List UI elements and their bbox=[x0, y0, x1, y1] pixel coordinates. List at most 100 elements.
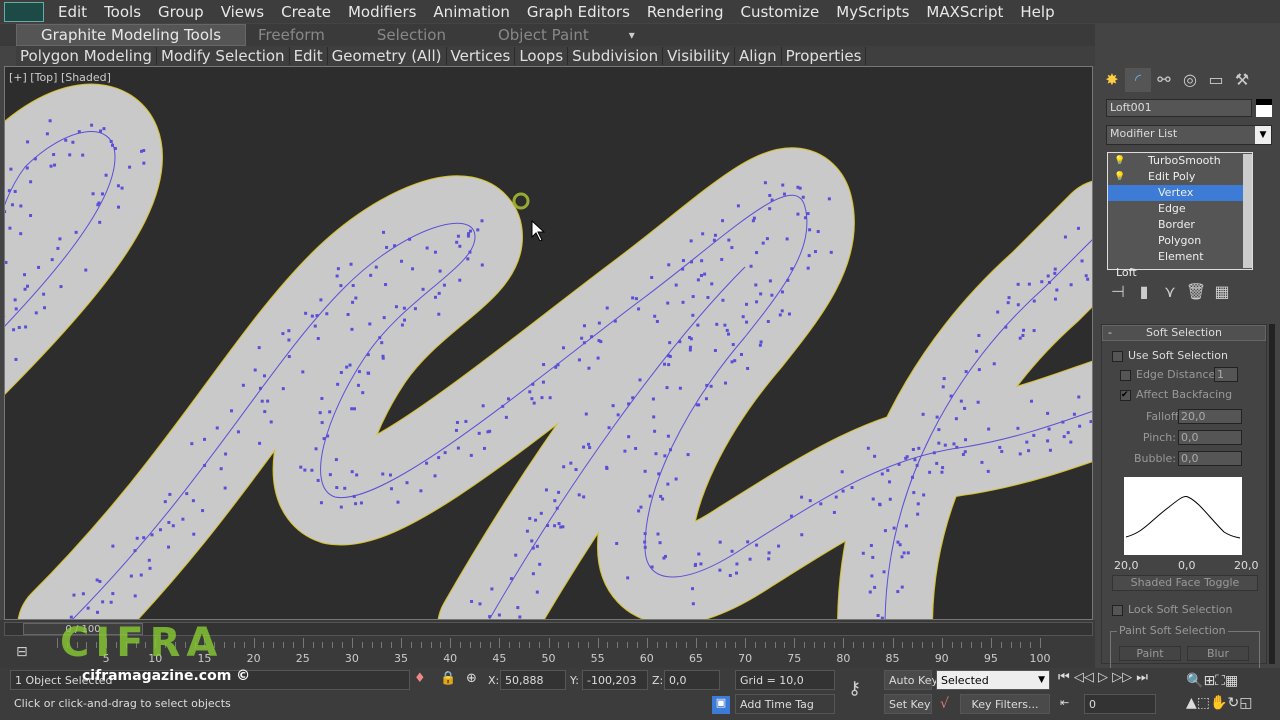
stack-item-element[interactable]: Element bbox=[1108, 249, 1244, 265]
menu-maxscript[interactable]: MAXScript bbox=[926, 3, 1003, 21]
panel-scrollbar[interactable] bbox=[1269, 324, 1275, 664]
ribbon-options-icon[interactable]: ▾ bbox=[629, 28, 635, 42]
auto-key-button[interactable]: Auto Key bbox=[884, 670, 932, 690]
motion-tab-icon[interactable]: ◎ bbox=[1177, 68, 1203, 92]
stack-item-edit-poly[interactable]: 💡 Edit Poly bbox=[1108, 169, 1244, 185]
ribbon-panel-loops[interactable]: Loops bbox=[515, 47, 568, 65]
zoom-icon[interactable]: 🔍 bbox=[1186, 673, 1203, 689]
stack-item-loft[interactable]: Loft bbox=[1108, 265, 1244, 281]
isolate-icon[interactable]: ♦ bbox=[414, 671, 426, 686]
zoom-extents-icon[interactable]: ⛶ bbox=[1215, 673, 1225, 689]
menu-create[interactable]: Create bbox=[281, 3, 331, 21]
add-time-tag-button[interactable]: Add Time Tag bbox=[735, 694, 835, 714]
previous-frame-icon[interactable]: ◁◁ bbox=[1074, 670, 1094, 685]
go-to-end-icon[interactable]: ⏭ bbox=[1136, 670, 1148, 685]
lightbulb-icon[interactable]: 💡 bbox=[1114, 153, 1125, 169]
key-filters-button[interactable]: Key Filters... bbox=[960, 694, 1050, 714]
modifier-list-dropdown[interactable]: Modifier List ▼ bbox=[1106, 125, 1272, 145]
configure-sets-icon[interactable]: ▦ bbox=[1209, 280, 1235, 304]
viewport-top[interactable]: [+] [Top] [Shaded] bbox=[4, 66, 1093, 620]
use-soft-selection-checkbox[interactable]: Use Soft Selection bbox=[1112, 349, 1228, 362]
menu-rendering[interactable]: Rendering bbox=[647, 3, 724, 21]
menu-myscripts[interactable]: MyScripts bbox=[836, 3, 909, 21]
stack-item-edge[interactable]: Edge bbox=[1108, 201, 1244, 217]
ribbon-panel-properties[interactable]: Properties bbox=[782, 47, 867, 65]
ribbon-tab-freeform[interactable]: Freeform bbox=[246, 26, 365, 44]
app-logo-button[interactable] bbox=[4, 2, 44, 22]
z-coordinate-input[interactable]: 0,0 bbox=[664, 670, 720, 690]
menu-views[interactable]: Views bbox=[221, 3, 264, 21]
display-tab-icon[interactable]: ▭ bbox=[1203, 68, 1229, 92]
x-coordinate-input[interactable]: 50,888 bbox=[500, 670, 566, 690]
menu-help[interactable]: Help bbox=[1020, 3, 1054, 21]
blur-button[interactable]: Blur bbox=[1187, 646, 1249, 661]
ribbon-panel-geometry-all-[interactable]: Geometry (All) bbox=[328, 47, 447, 65]
make-unique-icon[interactable]: ⋎ bbox=[1157, 280, 1183, 304]
mesh-canvas[interactable] bbox=[5, 67, 1093, 620]
key-icon[interactable]: ⚷ bbox=[848, 678, 861, 699]
key-mode-dropdown[interactable]: Selected ▼ bbox=[936, 670, 1050, 690]
paint-button[interactable]: Paint bbox=[1119, 646, 1181, 661]
bubble-spinner[interactable]: 0,0 bbox=[1178, 451, 1242, 466]
viewport-label[interactable]: [+] [Top] [Shaded] bbox=[9, 71, 111, 84]
ribbon-panel-edit[interactable]: Edit bbox=[290, 47, 328, 65]
go-to-start-icon[interactable]: ⏮ bbox=[1058, 670, 1070, 685]
object-color-swatch[interactable] bbox=[1256, 99, 1272, 117]
falloff-spinner[interactable]: 20,0 bbox=[1178, 409, 1242, 424]
menu-tools[interactable]: Tools bbox=[104, 3, 141, 21]
ribbon-panel-align[interactable]: Align bbox=[735, 47, 782, 65]
ribbon-panel-visibility[interactable]: Visibility bbox=[663, 47, 735, 65]
hierarchy-tab-icon[interactable]: ⚯ bbox=[1151, 68, 1177, 92]
ribbon-panel-subdivision[interactable]: Subdivision bbox=[568, 47, 663, 65]
stack-scrollbar[interactable] bbox=[1243, 154, 1252, 268]
menu-graph-editors[interactable]: Graph Editors bbox=[527, 3, 630, 21]
zoom-extents-all-icon[interactable]: ▦ bbox=[1225, 673, 1238, 689]
y-coordinate-input[interactable]: -100,203 bbox=[582, 670, 648, 690]
ribbon-tab-graphite-modeling-tools[interactable]: Graphite Modeling Tools bbox=[16, 24, 246, 46]
chevron-down-icon[interactable]: ▼ bbox=[1255, 126, 1271, 144]
ribbon-panel-modify-selection[interactable]: Modify Selection bbox=[157, 47, 290, 65]
menu-edit[interactable]: Edit bbox=[58, 3, 87, 21]
menu-group[interactable]: Group bbox=[158, 3, 204, 21]
stack-item-turbosmooth[interactable]: 💡 TurboSmooth bbox=[1108, 153, 1244, 169]
zoom-all-icon[interactable]: ⊞ bbox=[1203, 673, 1215, 689]
next-frame-icon[interactable]: ▷▷ bbox=[1112, 670, 1132, 685]
region-zoom-icon[interactable]: ⬚ bbox=[1197, 695, 1210, 711]
lock-selection-icon[interactable]: 🔒 bbox=[440, 671, 456, 686]
lock-soft-selection-checkbox[interactable]: Lock Soft Selection bbox=[1112, 603, 1232, 616]
stack-item-vertex[interactable]: Vertex bbox=[1108, 185, 1244, 201]
set-key-button[interactable]: Set Key bbox=[884, 694, 932, 714]
ribbon-panel-vertices[interactable]: Vertices bbox=[447, 47, 516, 65]
menu-modifiers[interactable]: Modifiers bbox=[348, 3, 416, 21]
edge-distance-checkbox[interactable]: Edge Distance: bbox=[1120, 368, 1219, 381]
menu-animation[interactable]: Animation bbox=[433, 3, 509, 21]
menu-customize[interactable]: Customize bbox=[741, 3, 820, 21]
remove-modifier-icon[interactable]: 🗑 bbox=[1183, 280, 1209, 304]
lightbulb-icon[interactable]: 💡 bbox=[1114, 169, 1125, 185]
default-tangents-icon[interactable]: √ bbox=[940, 696, 949, 712]
affect-backfacing-checkbox[interactable]: ✔ Affect Backfacing bbox=[1120, 388, 1232, 401]
modify-tab-icon[interactable]: ◜ bbox=[1125, 68, 1151, 92]
pin-stack-icon[interactable]: ⊣ bbox=[1105, 280, 1131, 304]
current-frame-input[interactable]: 0 bbox=[1084, 694, 1156, 714]
orbit-icon[interactable]: ↻ bbox=[1227, 695, 1239, 711]
show-end-result-icon[interactable]: ▮ bbox=[1131, 280, 1157, 304]
ribbon-tab-object-paint[interactable]: Object Paint bbox=[486, 26, 629, 44]
time-tag-icon[interactable]: ▣ bbox=[712, 696, 730, 714]
rollout-header[interactable]: - Soft Selection bbox=[1102, 325, 1266, 341]
play-icon[interactable]: ▷ bbox=[1098, 670, 1108, 685]
shaded-face-toggle-button[interactable]: Shaded Face Toggle bbox=[1112, 575, 1258, 591]
pinch-spinner[interactable]: 0,0 bbox=[1178, 430, 1242, 445]
pan-icon[interactable]: ✋ bbox=[1210, 695, 1227, 711]
utilities-tab-icon[interactable]: ⚒ bbox=[1229, 68, 1255, 92]
stack-item-border[interactable]: Border bbox=[1108, 217, 1244, 233]
object-name-input[interactable]: Loft001 bbox=[1106, 99, 1252, 117]
transform-mode-icon[interactable]: ⊕ bbox=[466, 671, 477, 686]
edge-distance-spinner[interactable]: 1 bbox=[1214, 367, 1238, 382]
create-tab-icon[interactable]: ✸ bbox=[1099, 68, 1125, 92]
ribbon-panel-polygon-modeling[interactable]: Polygon Modeling bbox=[16, 47, 157, 65]
stack-item-polygon[interactable]: Polygon bbox=[1108, 233, 1244, 249]
key-mode-toggle-icon[interactable]: ⇤ bbox=[1060, 696, 1069, 709]
maximize-viewport-icon[interactable]: ◱ bbox=[1239, 695, 1252, 711]
ribbon-tab-selection[interactable]: Selection bbox=[365, 26, 486, 44]
